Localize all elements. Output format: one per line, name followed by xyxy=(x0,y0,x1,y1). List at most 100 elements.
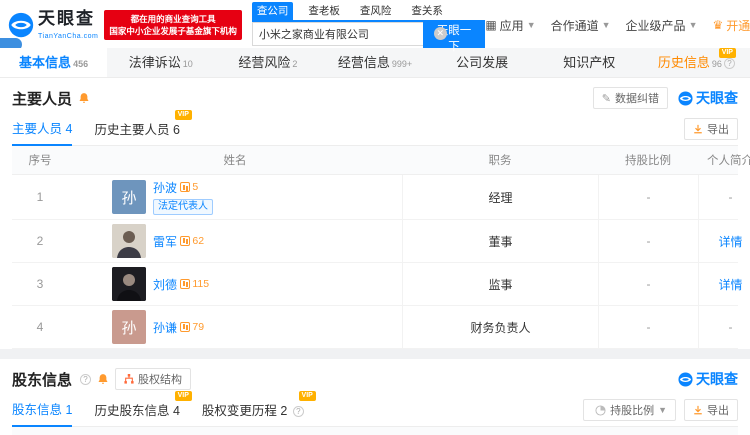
edit-icon: ✎ xyxy=(601,92,611,105)
profile-detail-link[interactable]: 详情 xyxy=(718,276,742,293)
grid-icon: ▦ xyxy=(485,18,497,32)
company-nav-tabs: 基本信息 456 法律诉讼 10 经营风险 2 经营信息 999+ 公司发展 知识产权 … xyxy=(0,48,750,78)
help-icon: ? xyxy=(80,373,92,385)
person-name-link[interactable]: 孙谦 xyxy=(153,321,177,335)
vip-badge: VIP xyxy=(174,391,192,401)
search-button[interactable]: 天眼一下 xyxy=(422,22,486,53)
tab-operation-info[interactable]: 经营信息 999+ xyxy=(321,48,428,77)
monitor-bell-icon[interactable] xyxy=(97,373,109,385)
avatar[interactable] xyxy=(112,267,146,301)
search-tab-boss[interactable]: 查老板 xyxy=(303,2,345,20)
export-button[interactable]: 导出 xyxy=(684,399,738,421)
avatar[interactable] xyxy=(112,224,146,258)
shareholder-section: 股东信息 ? 股权结构 天眼查 股东信息 1 VIP 历史股东信息 4 VIP … xyxy=(0,359,750,435)
avatar[interactable]: 孙 xyxy=(112,180,146,214)
section-divider xyxy=(0,349,750,359)
relations-badge[interactable]: 115 xyxy=(180,278,209,290)
subtab-current-shareholders[interactable]: 股东信息 1 xyxy=(12,399,73,427)
chart-icon xyxy=(180,235,191,246)
person-name-link[interactable]: 雷军 xyxy=(153,235,177,249)
search-tab-company[interactable]: 查公司 xyxy=(251,2,294,20)
search-tab-risk[interactable]: 查风险 xyxy=(355,2,397,20)
ratio-cell: - xyxy=(598,175,698,219)
help-icon: ? xyxy=(292,406,304,417)
menu-open-vip[interactable]: ♛ 开通会员 ▼ xyxy=(712,17,750,34)
avatar[interactable]: 孙 xyxy=(112,310,146,344)
sortable-column[interactable]: 首次持股日期▲▼ xyxy=(600,427,684,435)
position-cell: 经理 xyxy=(402,175,598,219)
chart-icon xyxy=(180,321,191,332)
position-cell: 财务负责人 xyxy=(402,306,598,348)
data-correction-button[interactable]: ✎ 数据纠错 xyxy=(592,87,668,109)
vip-badge: VIP xyxy=(174,110,192,120)
shareholder-table-header: 序号 股东名称 持股比例▲▼ 认缴出资额(万元)▲▼ 认缴出资日期▲▼ 首次持股… xyxy=(12,427,738,435)
person-name-link[interactable]: 孙波 xyxy=(153,181,177,195)
search-input[interactable] xyxy=(251,22,423,46)
position-cell: 监事 xyxy=(402,263,598,305)
relations-badge[interactable]: 62 xyxy=(180,235,204,247)
key-personnel-section: 主要人员 ✎ 数据纠错 天眼查 主要人员 4 VIP 历史主要人员 6 导出 序… xyxy=(0,78,750,349)
tab-legal-litigation[interactable]: 法律诉讼 10 xyxy=(107,48,214,77)
tianyancha-logo-icon xyxy=(678,90,693,106)
sortable-column[interactable]: 认缴出资额(万元)▲▼ xyxy=(411,427,516,435)
chevron-down-icon: ▼ xyxy=(526,20,536,30)
menu-apps[interactable]: ▦ 应用 ▼ xyxy=(485,17,535,34)
subtab-history-personnel[interactable]: VIP 历史主要人员 6 xyxy=(94,110,192,145)
tab-operation-risk[interactable]: 经营风险 2 xyxy=(214,48,321,77)
relations-badge[interactable]: 5 xyxy=(180,181,198,193)
download-icon xyxy=(694,124,702,134)
menu-enterprise-products[interactable]: 企业级产品 ▼ xyxy=(626,17,698,34)
personnel-table-header: 序号 姓名 职务 持股比例 个人简介 xyxy=(12,146,750,175)
menu-cooperation[interactable]: 合作通道 ▼ xyxy=(551,17,611,34)
clear-icon[interactable]: ✕ xyxy=(433,27,447,40)
subtab-equity-change-history[interactable]: VIP 股权变更历程 2 ? xyxy=(202,391,316,426)
export-button[interactable]: 导出 xyxy=(684,118,738,140)
promo-banner[interactable]: 都在用的商业查询工具 国家中小企业发展子基金旗下机构 xyxy=(104,9,242,41)
position-cell: 董事 xyxy=(402,220,598,262)
ratio-filter-dropdown[interactable]: 持股比例 ▼ xyxy=(583,399,676,421)
profile-cell: - xyxy=(698,306,750,348)
profile-detail-link[interactable]: 详情 xyxy=(718,233,742,250)
person-name-link[interactable]: 刘德 xyxy=(153,278,177,292)
ratio-cell: - xyxy=(598,306,698,348)
chart-icon xyxy=(180,182,191,192)
tab-basic-info[interactable]: 基本信息 456 xyxy=(0,48,108,77)
brand-name: 天眼查 xyxy=(38,8,95,28)
search-tab-relation[interactable]: 查关系 xyxy=(406,2,448,20)
ratio-cell: - xyxy=(598,220,698,262)
tab-company-development[interactable]: 公司发展 xyxy=(429,48,536,77)
sortable-column[interactable]: 认缴出资日期▲▼ xyxy=(516,427,600,435)
vip-badge: VIP xyxy=(298,391,316,401)
equity-structure-button[interactable]: 股权结构 xyxy=(115,368,192,390)
tianyancha-logo-icon xyxy=(8,12,34,38)
person-photo xyxy=(112,267,146,301)
subtab-current-personnel[interactable]: 主要人员 4 xyxy=(12,118,73,146)
table-row: 1 孙 孙波 5 法定代表人 经理 - - xyxy=(12,175,738,220)
header-menu: ▦ 应用 ▼ 合作通道 ▼ 企业级产品 ▼ ♛ 开通会员 ▼ 费米 ▼ xyxy=(485,17,750,34)
profile-cell: - xyxy=(698,175,750,219)
legal-rep-tag: 法定代表人 xyxy=(153,199,213,215)
promo-line2: 国家中小企业发展子基金旗下机构 xyxy=(109,26,237,36)
subtab-history-shareholders[interactable]: VIP 历史股东信息 4 xyxy=(94,391,192,426)
chevron-down-icon: ▼ xyxy=(658,405,667,415)
chart-icon xyxy=(180,278,191,289)
tianyancha-logo-icon xyxy=(678,371,693,387)
personnel-section-title: 主要人员 xyxy=(12,90,73,108)
sortable-column[interactable]: 持股比例▲▼ xyxy=(331,427,411,435)
tab-history-info[interactable]: VIP 历史信息 96? xyxy=(643,48,750,77)
top-header: 天眼查 TianYanCha.com 都在用的商业查询工具 国家中小企业发展子基… xyxy=(0,0,750,53)
tianyancha-watermark: 天眼查 xyxy=(678,88,738,108)
chevron-down-icon: ▼ xyxy=(688,20,698,30)
search-area: 查公司 查老板 查风险 查关系 ✕ 天眼一下 xyxy=(251,2,486,53)
pie-icon xyxy=(595,404,606,416)
tianyancha-logo[interactable]: 天眼查 TianYanCha.com xyxy=(8,10,98,41)
person-photo xyxy=(112,224,146,258)
tab-intellectual-property[interactable]: 知识产权 xyxy=(536,48,643,77)
org-chart-icon xyxy=(124,374,134,384)
relations-badge[interactable]: 79 xyxy=(180,321,204,333)
table-row: 2 雷军 62 董事 - 详情 xyxy=(12,220,743,263)
download-icon xyxy=(694,405,702,415)
monitor-bell-icon[interactable] xyxy=(78,92,90,104)
promo-line1: 都在用的商业查询工具 xyxy=(130,13,216,24)
shareholder-section-title: 股东信息 xyxy=(12,371,73,389)
